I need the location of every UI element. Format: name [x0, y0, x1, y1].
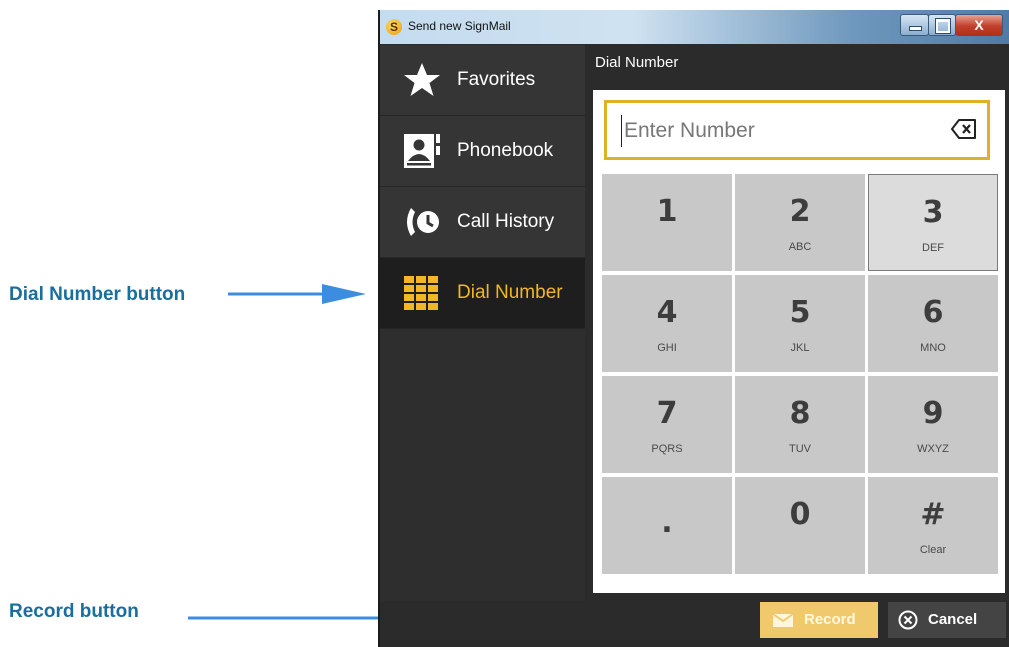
maximize-icon [936, 19, 950, 33]
window-title: Send new SignMail [408, 19, 511, 33]
footer-bar: Record Cancel [585, 595, 1009, 647]
record-label: Record [804, 611, 856, 628]
cancel-label: Cancel [928, 611, 978, 628]
record-annotation: Record button [9, 601, 139, 622]
call-history-icon [407, 208, 439, 236]
close-icon: X [974, 17, 984, 33]
key-digit: 4 [656, 295, 678, 330]
sidebar-item-label: Favorites [457, 69, 536, 90]
sidebar-item-favorites[interactable]: Favorites [380, 45, 585, 116]
sidebar-item-dial-number[interactable]: Dial Number [380, 258, 585, 329]
maximize-button[interactable] [928, 14, 956, 36]
close-button[interactable]: X [955, 14, 1003, 36]
key-digit: 1 [656, 194, 678, 229]
cancel-button[interactable]: Cancel [888, 602, 1006, 638]
key-digit: 0 [789, 497, 811, 532]
panel-title: Dial Number [595, 54, 679, 71]
signmail-window: S Send new SignMail X Favorites Phoneboo… [378, 10, 1009, 647]
key-letters: TUV [789, 443, 811, 455]
dialpad-panel: 1 2 ABC 3 DEF 4 GHI 5 JKL 6 MNO [593, 90, 1005, 593]
key-digit: 7 [656, 396, 678, 431]
record-button[interactable]: Record [760, 602, 878, 638]
phonebook-icon [404, 134, 440, 168]
keypad-icon [404, 276, 438, 310]
number-field [604, 100, 990, 160]
minimize-icon [909, 26, 922, 31]
key-letters: PQRS [651, 443, 683, 455]
key-5[interactable]: 5 JKL [735, 275, 865, 372]
title-bar: S Send new SignMail X [380, 10, 1009, 44]
key-letters: DEF [922, 242, 944, 254]
key-digit: 9 [922, 396, 944, 431]
sidebar-item-label: Call History [457, 211, 555, 232]
key-0[interactable]: 0 [735, 477, 865, 574]
backspace-icon[interactable] [951, 118, 977, 140]
key-digit: 2 [789, 194, 811, 229]
key-letters: WXYZ [917, 443, 949, 455]
sidebar: Favorites Phonebook Call History Dial Nu… [380, 45, 585, 601]
key-letters: MNO [920, 342, 946, 354]
sidebar-item-label: Phonebook [457, 140, 554, 161]
key-7[interactable]: 7 PQRS [602, 376, 732, 473]
key-2[interactable]: 2 ABC [735, 174, 865, 271]
star-icon [404, 63, 440, 96]
key-digit: # [920, 497, 946, 532]
dial-number-arrow [228, 284, 366, 304]
key-digit: 6 [922, 295, 944, 330]
key-8[interactable]: 8 TUV [735, 376, 865, 473]
number-input[interactable] [621, 115, 926, 147]
key-digit: . [661, 505, 673, 540]
cancel-icon [898, 610, 918, 630]
minimize-button[interactable] [900, 14, 929, 36]
key-1[interactable]: 1 [602, 174, 732, 271]
key-3[interactable]: 3 DEF [868, 174, 998, 271]
key-letters: Clear [919, 544, 947, 556]
sidebar-item-label: Dial Number [457, 282, 563, 303]
key-4[interactable]: 4 GHI [602, 275, 732, 372]
key-dot[interactable]: . [602, 477, 732, 574]
key-digit: 5 [789, 295, 811, 330]
key-digit: 8 [789, 396, 811, 431]
key-6[interactable]: 6 MNO [868, 275, 998, 372]
key-9[interactable]: 9 WXYZ [868, 376, 998, 473]
key-digit: 3 [922, 195, 944, 230]
sidebar-item-call-history[interactable]: Call History [380, 187, 585, 258]
signmail-app-icon: S [386, 19, 402, 35]
key-letters: ABC [788, 241, 812, 253]
key-letters: GHI [657, 342, 677, 354]
key-clear[interactable]: # Clear [868, 477, 998, 574]
sidebar-item-phonebook[interactable]: Phonebook [380, 116, 585, 187]
key-letters: JKL [790, 342, 810, 354]
dial-number-annotation: Dial Number button [9, 284, 186, 305]
envelope-icon [772, 613, 794, 627]
